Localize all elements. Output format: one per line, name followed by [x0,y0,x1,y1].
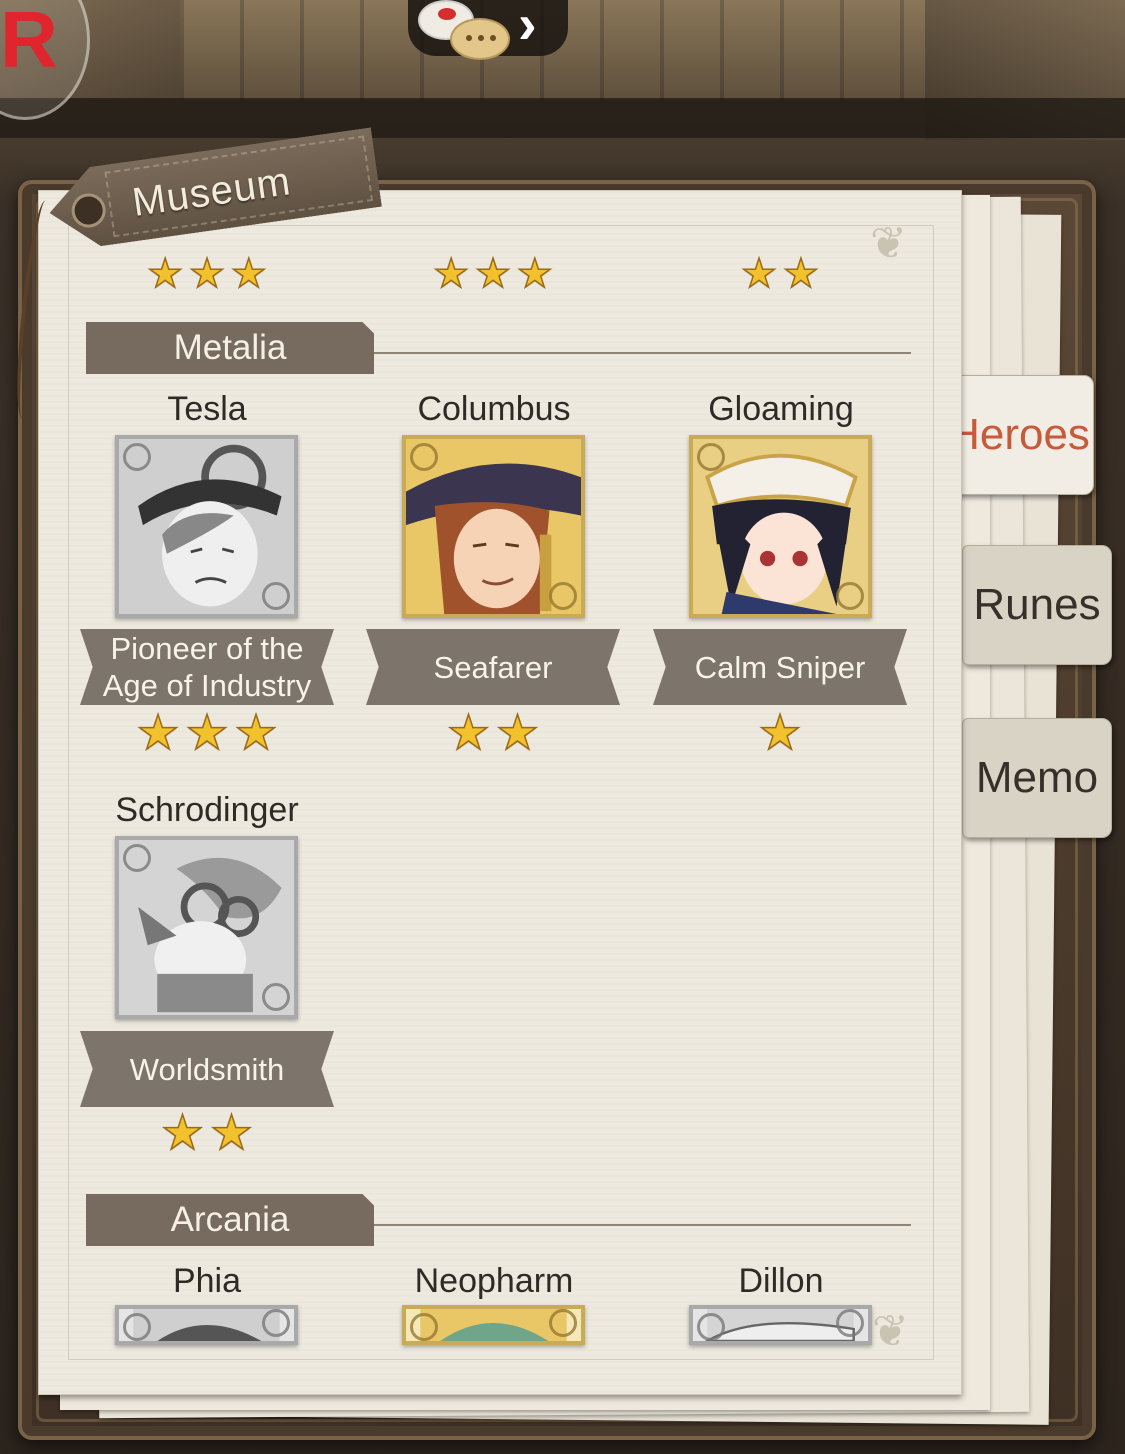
corner-flourish-icon: ❦ [870,219,907,268]
tesla-portrait[interactable] [115,435,298,618]
hero-title-banner: Calm Sniper [653,629,907,705]
columbus-portrait[interactable] [402,435,585,618]
star-icon: ★ [432,252,470,296]
hero-name: Gloaming [708,390,854,428]
hero-name: Columbus [417,390,571,428]
hero-title-banner: Seafarer [366,629,620,705]
hero-title: Worldsmith [129,1051,285,1087]
section-divider [374,352,911,354]
star-rating: ★ ★ ★ [112,252,302,296]
star-rating: ★ ★ ★ [398,252,588,296]
section-divider [374,1224,911,1226]
star-icon: ★ [146,252,184,296]
hero-name: Schrodinger [115,791,299,829]
hero-title-banner: Worldsmith [80,1031,334,1107]
chat-dots-icon [450,18,510,60]
phia-portrait[interactable] [115,1305,298,1345]
tab-memo[interactable]: Memo [962,718,1112,838]
star-icon: ★ [230,252,267,296]
neopharm-portrait[interactable] [402,1305,585,1345]
star-icon: ★ [136,707,181,760]
gloaming-portrait[interactable] [689,435,872,618]
hero-title: Pioneer of the Age of Industry [102,631,312,703]
section-header-metalia: Metalia [86,322,374,374]
tab-heroes[interactable]: Heroes [944,375,1094,495]
section-header-arcania: Arcania [86,1194,374,1246]
star-icon: ★ [758,707,803,760]
star-icon: ★ [516,252,553,296]
tab-runes[interactable]: Runes [962,545,1112,665]
star-icon: ★ [209,1107,254,1160]
star-rating: ★ [685,707,875,760]
star-icon: ★ [495,707,540,760]
hero-title-banner: Pioneer of the Age of Industry [80,629,334,705]
hero-name: Neopharm [414,1262,574,1300]
tab-memo-label: Memo [975,753,1099,802]
star-rating: ★ ★ [398,707,588,760]
hero-name: Phia [172,1262,242,1300]
logo-letter: R [0,0,58,84]
section-title: Metalia [173,328,287,367]
star-rating: ★ ★ [112,1107,302,1160]
corner-flourish-icon: ❦ [872,1307,909,1356]
star-icon: ★ [234,707,279,760]
star-icon: ★ [446,707,491,760]
top-bar [0,98,1125,138]
star-rating: ★ ★ [685,252,875,296]
star-icon: ★ [160,1107,205,1160]
star-icon: ★ [782,252,819,296]
hero-name: Tesla [167,390,247,428]
star-icon: ★ [185,707,230,760]
star-rating: ★ ★ ★ [112,707,302,760]
schrodinger-portrait[interactable] [115,836,298,1019]
hero-title: Seafarer [433,649,553,685]
chevron-right-icon[interactable]: › [518,0,537,52]
tab-runes-label: Runes [973,580,1101,629]
hero-name: Dillon [738,1262,824,1300]
star-icon: ★ [474,252,511,296]
tab-heroes-label: Heroes [948,410,1090,459]
star-icon: ★ [188,252,225,296]
star-icon: ★ [740,252,777,296]
hero-title: Calm Sniper [694,649,866,685]
section-title: Arcania [170,1200,290,1239]
dillon-portrait[interactable] [689,1305,872,1345]
